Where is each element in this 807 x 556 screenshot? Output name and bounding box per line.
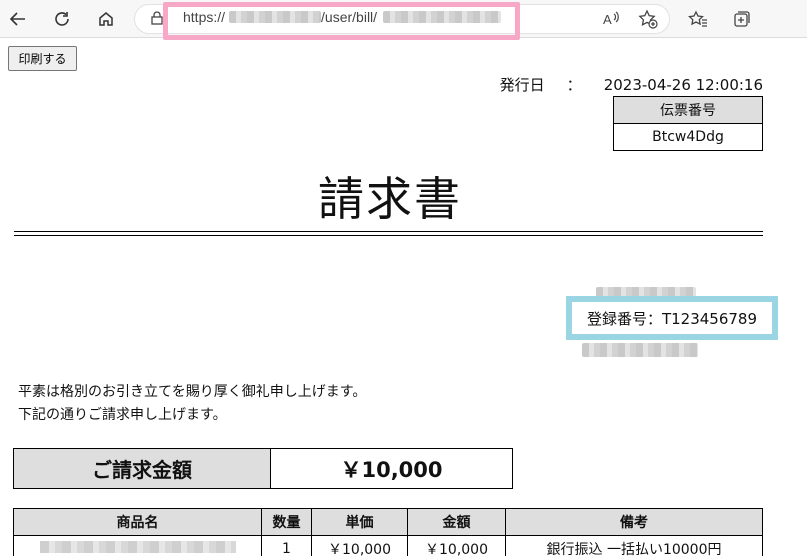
browser-toolbar: https:// /user/bill/ A (0, 0, 807, 40)
add-favorite-icon[interactable] (636, 7, 660, 31)
favorites-icon[interactable] (686, 7, 710, 31)
url-highlight-box (163, 2, 520, 40)
slip-number-table: 伝票番号 Btcw4Ddg (613, 96, 763, 151)
issue-date-row: 発行日 ： 2023-04-26 12:00:16 (500, 74, 763, 95)
lock-icon (151, 11, 163, 25)
read-aloud-icon[interactable]: A (600, 7, 624, 31)
svg-text:A: A (603, 12, 612, 27)
items-table: 商品名 数量 単価 金額 備考 1 ￥10,000 ￥10,000 銀行振込 一… (13, 508, 763, 556)
total-amount-value: ￥10,000 (270, 448, 513, 489)
refresh-icon[interactable] (50, 7, 74, 31)
header-quantity: 数量 (261, 508, 312, 536)
print-button[interactable]: 印刷する (8, 46, 77, 71)
header-amount: 金額 (407, 508, 506, 536)
slip-number-header: 伝票番号 (613, 96, 763, 124)
header-product-name: 商品名 (13, 508, 262, 536)
product-name-redacted (39, 541, 236, 553)
collections-icon[interactable] (730, 7, 754, 31)
home-icon[interactable] (94, 7, 118, 31)
company-address-redacted (582, 343, 698, 357)
item-amount: ￥10,000 (407, 535, 506, 556)
items-header-row: 商品名 数量 単価 金額 備考 (13, 508, 763, 536)
issue-date-value: 2023-04-26 12:00:16 (603, 76, 763, 94)
greeting-text: 平素は格別のお引き立てを賜り厚く御礼申し上げます。 下記の通りご請求申し上げます… (18, 381, 366, 427)
total-amount-label: ご請求金額 (13, 448, 271, 489)
registration-number-box: 登録番号：T123456789 (566, 296, 778, 340)
issue-date-label: 発行日 (499, 76, 545, 94)
total-amount-table: ご請求金額 ￥10,000 (13, 448, 513, 489)
item-unit-price: ￥10,000 (311, 535, 408, 556)
item-product-name (13, 535, 262, 556)
issue-date-separator: ： (566, 76, 582, 94)
back-arrow-icon[interactable] (6, 7, 30, 31)
header-note: 備考 (505, 508, 763, 536)
slip-number-value: Btcw4Ddg (613, 123, 763, 151)
table-row: 1 ￥10,000 ￥10,000 銀行振込 一括払い10000円 (13, 535, 763, 556)
item-note: 銀行振込 一括払い10000円 (505, 535, 763, 556)
greeting-line-2: 下記の通りご請求申し上げます。 (18, 407, 227, 423)
greeting-line-1: 平素は格別のお引き立てを賜り厚く御礼申し上げます。 (18, 384, 367, 400)
document-title: 請求書 (318, 172, 462, 226)
item-quantity: 1 (261, 535, 312, 556)
header-unit-price: 単価 (311, 508, 408, 536)
registration-number: 登録番号：T123456789 (586, 309, 758, 328)
title-double-rule (14, 231, 763, 236)
